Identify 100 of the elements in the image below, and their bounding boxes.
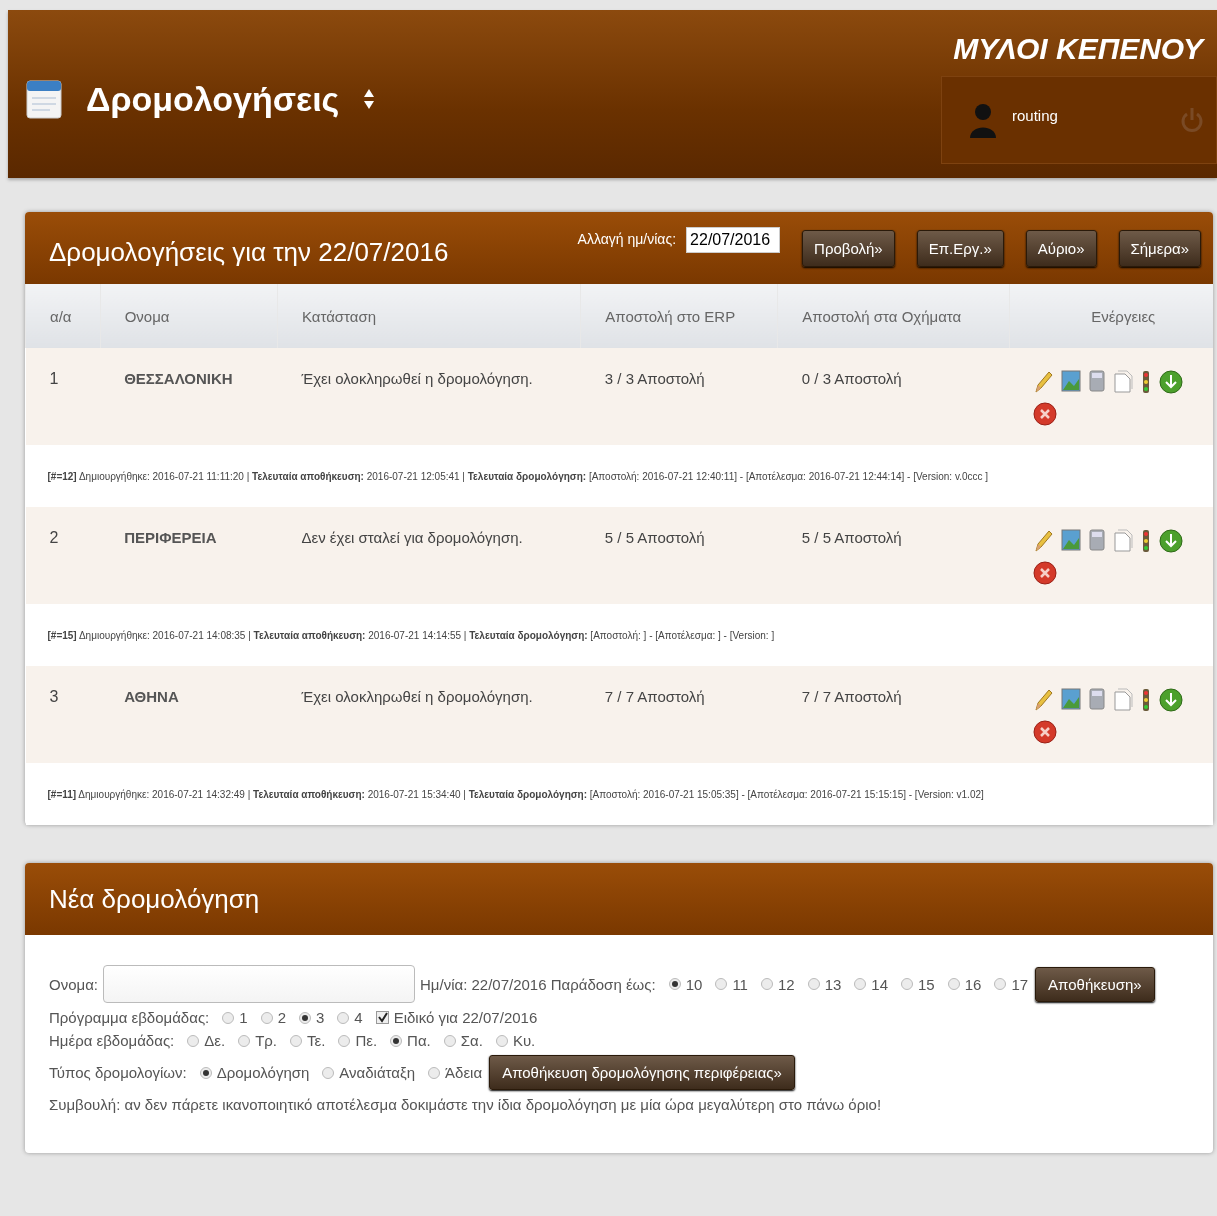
route-name: ΑΘΗΝΑ [124,688,179,705]
route-details: [#=15] Δημιουργήθηκε: 2016-07-21 14:08:35 | Τελευταία αποθήκευση: 2016-07-21 14:14:55 | Τελευταία δρομολόγηση: [Αποστολή: ] - [Αποτέλεσμα: ] - [Version: ] [47,629,775,641]
field-label: Ονομα: [49,975,98,993]
delivery-label: Ημ/νία: 22/07/2016 Παράδοση έως: [420,975,656,993]
option-label: Αναδιάταξη [339,1064,416,1081]
option-label: Πα. [407,1032,431,1049]
nav-button[interactable]: Προβολή» [802,229,895,267]
traffic-light-icon[interactable] [1141,688,1151,712]
tip-text: Συμβουλή: αν δεν πάρετε ικανοποιητικό αποτέλεσμα δοκιμάστε την ίδια δρομολόγηση με μία ώρα μεγαλύτερη στο πάνω όριο! [49,1096,882,1113]
option-label: 14 [871,975,888,993]
user-name: routing [1012,107,1059,124]
save-region-button[interactable]: Αποθήκευση δρομολόγησης περιφέρειας» [489,1055,795,1090]
option-label: 12 [777,975,795,993]
route-details: [#=12] Δημιουργήθηκε: 2016-07-21 11:11:20 | Τελευταία αποθήκευση: 2016-07-21 12:05:41 | Τελευταία δρομολόγηση: [Αποστολή: 2016-07-21 12:40:11] - [Αποτέλεσμα: 2016-07-21 12:44:14] - [Version: v.0ccc ] [47,470,989,482]
save-button[interactable]: Αποθήκευση» [1035,966,1155,1002]
radio-button[interactable] [760,978,773,990]
option-label: Πε. [355,1032,378,1049]
radio-button[interactable] [187,1034,200,1047]
radio-button[interactable] [337,1011,350,1024]
option-label: 3 [315,1009,325,1026]
sort-icon[interactable] [363,88,376,110]
radio-button[interactable] [807,978,820,990]
radio-button[interactable] [260,1011,273,1024]
date-field[interactable]: 22/07/2016 [686,227,781,253]
option-label: 10 [685,975,703,993]
pencil-icon[interactable] [1033,529,1053,553]
calculator-icon[interactable] [1089,370,1105,392]
nav-button[interactable]: Αύριο» [1025,229,1097,267]
name-field[interactable] [103,965,415,1003]
image-icon[interactable] [1061,529,1081,551]
radio-button[interactable] [947,978,960,990]
vehicle-status: 7 / 7 Αποστολή [801,688,902,705]
nav-button[interactable]: Επ.Εργ.» [916,229,1004,267]
erp-status: 7 / 7 Αποστολή [604,688,705,705]
option-label: 15 [918,975,935,993]
erp-status: 5 / 5 Αποστολή [604,529,705,546]
image-icon[interactable] [1061,370,1081,392]
close-icon[interactable] [1033,720,1057,744]
radio-button[interactable] [290,1034,303,1047]
radio-button[interactable] [322,1066,335,1079]
document-icon[interactable] [1113,688,1133,712]
date-label: Αλλαγή ημ/νίας: [577,231,677,247]
erp-status: 3 / 3 Αποστολή [604,370,705,387]
row-number: 1 [49,370,59,387]
column-header: Αποστολή στο ERP [580,284,778,348]
company-name: ΜΥΛΟΙ ΚΕΠΕΝΟΥ [953,32,1206,66]
column-header: Ενέργειες [1009,284,1213,348]
radio-button[interactable] [428,1066,441,1079]
row-number: 3 [49,688,59,705]
traffic-light-icon[interactable] [1141,370,1151,394]
close-icon[interactable] [1033,561,1057,585]
vehicle-status: 0 / 3 Αποστολή [801,370,902,387]
option-label: Σα. [460,1032,483,1049]
radio-button[interactable] [994,978,1007,990]
radio-button[interactable] [238,1034,251,1047]
option-label: Δρομολόγηση [216,1064,310,1081]
radio-button[interactable] [668,978,681,990]
option-label: Τρ. [255,1032,278,1049]
calendar-icon [26,79,62,119]
power-icon[interactable] [1180,107,1204,133]
radio-button[interactable] [199,1066,212,1079]
option-label: 4 [354,1009,363,1026]
radio-button[interactable] [222,1011,235,1024]
field-label: Πρόγραμμα εβδομάδας: [49,1009,210,1026]
calculator-icon[interactable] [1089,688,1105,710]
image-icon[interactable] [1061,688,1081,710]
route-details: [#=11] Δημιουργήθηκε: 2016-07-21 14:32:49 | Τελευταία αποθήκευση: 2016-07-21 15:34:40 | Τελευταία δρομολόγηση: [Αποστολή: 2016-07-21 15:05:35] - [Αποτέλεσμα: 2016-07-21 15:15:15] - [Version: v1.02] [47,788,984,800]
radio-button[interactable] [715,978,728,990]
user-icon [968,102,998,138]
radio-button[interactable] [854,978,867,990]
column-header: Κατάσταση [277,284,581,348]
pencil-icon[interactable] [1033,688,1053,712]
column-header: α/α [25,284,101,348]
option-label: 17 [1011,975,1029,993]
calculator-icon[interactable] [1089,529,1105,551]
vehicle-status: 5 / 5 Αποστολή [801,529,902,546]
document-icon[interactable] [1113,370,1133,394]
status-text: Έχει ολοκληρωθεί η δρομολόγηση. [301,688,533,705]
option-label: Ειδικό για 22/07/2016 [393,1009,538,1026]
traffic-light-icon[interactable] [1141,529,1151,553]
option-label: 1 [239,1009,248,1026]
checkbox[interactable] [375,1011,389,1024]
page-title: Δρομολογήσεις [86,79,340,119]
column-header: Αποστολή στα Οχήματα [777,284,1009,348]
radio-button[interactable] [901,978,913,990]
document-icon[interactable] [1113,529,1133,553]
radio-button[interactable] [298,1011,311,1024]
radio-button[interactable] [390,1034,403,1047]
radio-button[interactable] [443,1034,456,1047]
nav-button[interactable]: Σήμερα» [1118,229,1201,267]
option-label: Κυ. [512,1032,536,1049]
option-label: Τε. [307,1032,326,1049]
close-icon[interactable] [1033,402,1057,426]
radio-button[interactable] [338,1034,351,1047]
panel-title: Δρομολογήσεις για την 22/07/2016 [49,236,450,268]
radio-button[interactable] [495,1034,508,1047]
status-text: Δεν έχει σταλεί για δρομολόγηση. [301,529,523,546]
route-name: ΘΕΣΣΑΛΟΝΙΚΗ [124,370,233,387]
option-label: 11 [732,975,748,993]
pencil-icon[interactable] [1033,370,1053,394]
